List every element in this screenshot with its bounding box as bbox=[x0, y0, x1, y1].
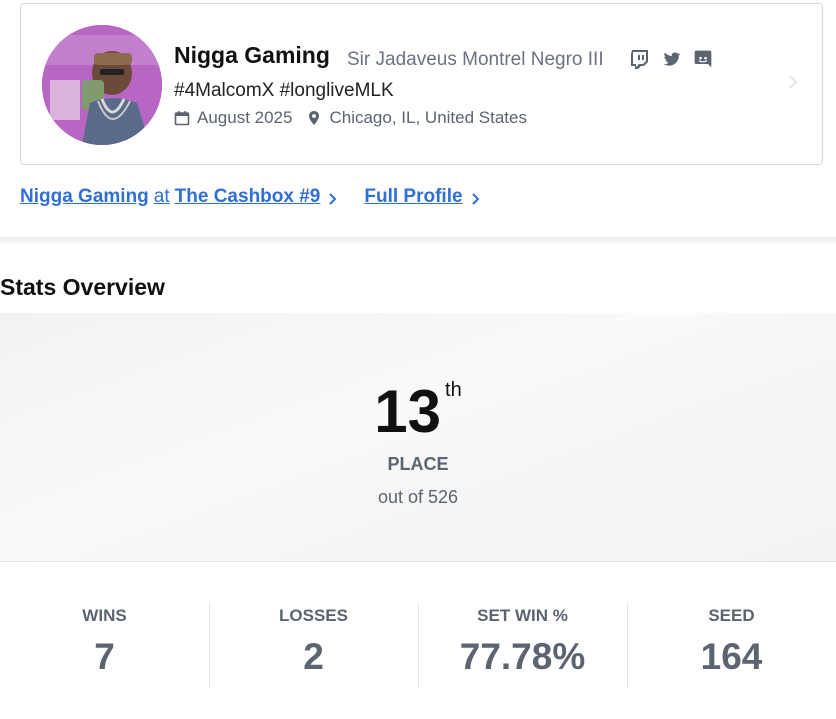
stat-seed: SEED 164 bbox=[627, 600, 836, 690]
chevron-right-icon[interactable] bbox=[788, 74, 798, 90]
profile-links: Nigga Gaming at The Cashbox #9 Full Prof… bbox=[20, 186, 481, 208]
at-label: at bbox=[153, 186, 170, 207]
player-name: Nigga Gaming bbox=[174, 42, 330, 68]
stat-value: 2 bbox=[303, 636, 324, 677]
chevron-right-icon bbox=[471, 190, 481, 205]
stat-losses: LOSSES 2 bbox=[209, 600, 418, 690]
player-link[interactable]: Nigga Gaming bbox=[20, 186, 149, 208]
player-meta: August 2025 Chicago, IL, United States bbox=[174, 108, 527, 128]
stat-label: WINS bbox=[82, 606, 127, 625]
section-title: Stats Overview bbox=[0, 274, 165, 300]
full-profile-link[interactable]: Full Profile bbox=[364, 186, 462, 208]
twitch-icon[interactable] bbox=[629, 49, 649, 69]
calendar-icon bbox=[174, 110, 190, 126]
stat-value: 164 bbox=[700, 636, 763, 677]
twitter-icon[interactable] bbox=[661, 49, 681, 69]
avatar-image bbox=[42, 25, 162, 145]
placement-rank: 13th bbox=[0, 377, 836, 446]
joined-date: August 2025 bbox=[197, 108, 293, 127]
rank-number: 13 bbox=[374, 378, 442, 445]
header-divider bbox=[0, 237, 836, 245]
stat-set-win-percent: SET WIN % 77.78% bbox=[418, 600, 627, 690]
stat-label: SEED bbox=[708, 606, 755, 625]
stat-value: 7 bbox=[94, 636, 115, 677]
rank-suffix: th bbox=[445, 379, 462, 401]
discord-icon[interactable] bbox=[693, 49, 713, 69]
avatar bbox=[42, 25, 162, 145]
player-real-name: Sir Jadaveus Montrel Negro III bbox=[347, 49, 604, 70]
stat-label: SET WIN % bbox=[477, 606, 568, 625]
stat-wins: WINS 7 bbox=[0, 600, 209, 690]
tournament-link[interactable]: The Cashbox #9 bbox=[175, 186, 321, 208]
place-label: PLACE bbox=[387, 454, 449, 474]
entrants-count: out of 526 bbox=[377, 487, 459, 507]
stats-row: WINS 7 LOSSES 2 SET WIN % 77.78% SEED 16… bbox=[0, 600, 836, 690]
stat-label: LOSSES bbox=[279, 606, 348, 625]
location-pin-icon bbox=[306, 110, 322, 126]
chevron-right-icon bbox=[328, 190, 338, 205]
placement-panel: 13th PLACE out of 526 bbox=[0, 313, 836, 562]
player-profile-card[interactable]: Nigga Gaming Sir Jadaveus Montrel Negro … bbox=[20, 3, 823, 165]
player-tagline: #4MalcomX #longliveMLK bbox=[174, 80, 394, 101]
stat-value: 77.78% bbox=[459, 636, 586, 677]
player-location: Chicago, IL, United States bbox=[329, 108, 527, 127]
social-links bbox=[629, 49, 713, 69]
